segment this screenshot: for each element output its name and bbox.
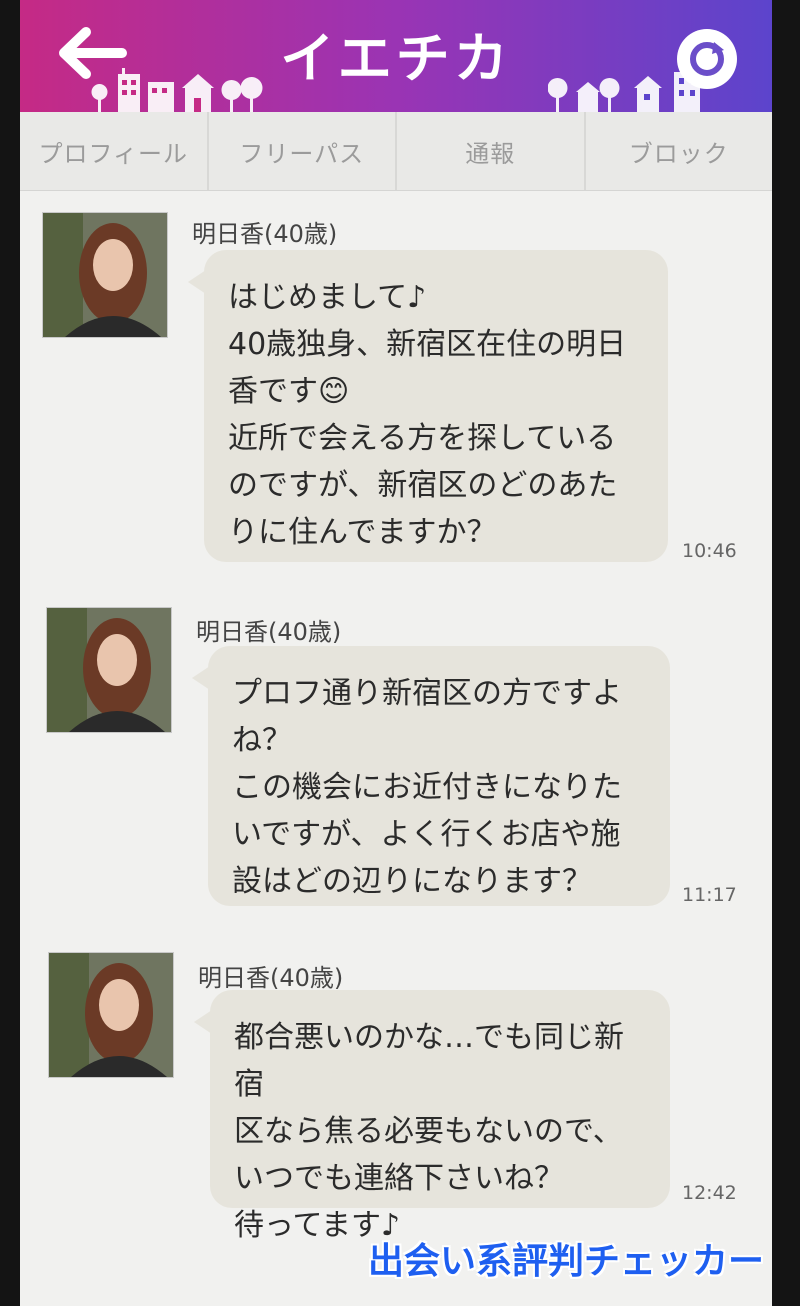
tab-profile[interactable]: プロフィール: [20, 112, 209, 190]
message-bubble: 都合悪いのかな…でも同じ新宿 区なら焦る必要もないので、 いつでも連絡下さいね？…: [194, 990, 670, 1243]
message-time: 10:46: [682, 540, 737, 562]
sender-avatar[interactable]: [48, 952, 174, 1078]
tab-report[interactable]: 通報: [397, 112, 586, 190]
sender-name: 明日香(40歳): [192, 220, 338, 248]
tab-free-pass[interactable]: フリーパス: [209, 112, 397, 190]
message-bubble: はじめまして♪ 40歳独身、新宿区在住の明日 香です😊 近所で会える方を探してい…: [188, 250, 668, 562]
sender-avatar[interactable]: [46, 607, 172, 733]
message-bubble: プロフ通り新宿区の方ですよ ね？ この機会にお近付きになりた いですが、よく行く…: [192, 646, 670, 906]
action-tab-bar: プロフィール フリーパス 通報 ブロック: [20, 112, 772, 191]
refresh-icon[interactable]: [676, 28, 738, 90]
sender-name: 明日香(40歳): [196, 618, 342, 646]
chat-screen: イエチカ プロフィール フリーパス 通報 ブロック 明日香(40歳) はじめまし…: [20, 0, 772, 1306]
app-title: イエチカ: [280, 27, 512, 90]
app-header: イエチカ: [20, 0, 772, 112]
tab-block[interactable]: ブロック: [586, 112, 773, 190]
sender-avatar[interactable]: [42, 212, 168, 338]
message-time: 11:17: [682, 884, 737, 906]
message-time: 12:42: [682, 1182, 737, 1204]
site-watermark: 出会い系評判チェッカー: [368, 1241, 765, 1282]
sender-name: 明日香(40歳): [198, 964, 344, 992]
